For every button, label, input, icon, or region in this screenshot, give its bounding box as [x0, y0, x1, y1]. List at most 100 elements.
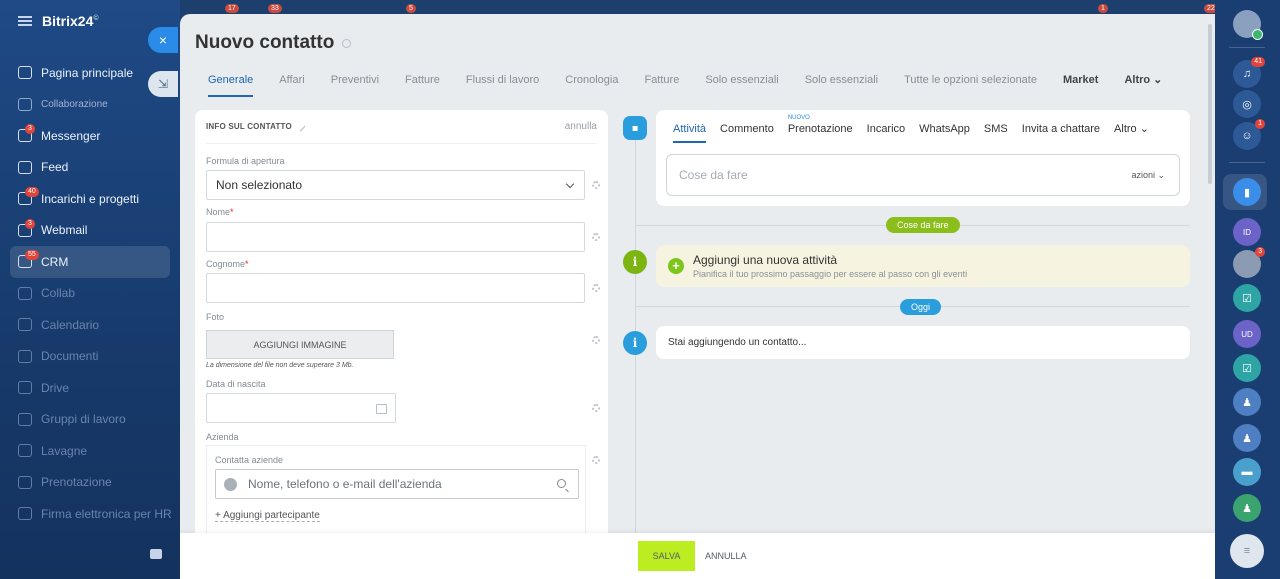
- notifications-icon[interactable]: ♫ 41: [1233, 57, 1265, 88]
- actions-dropdown[interactable]: azioni ⌄: [1131, 170, 1165, 181]
- group-icon[interactable]: ♟: [1233, 388, 1261, 416]
- plus-icon[interactable]: +: [668, 258, 684, 274]
- chat-group-icon[interactable]: ▬: [1233, 458, 1261, 486]
- sidebar-item-esign[interactable]: Firma elettronica per HR: [0, 498, 180, 530]
- avatar-id-icon[interactable]: ID: [1233, 218, 1261, 246]
- top-strip: 17 33 5 1 22: [180, 0, 1218, 14]
- cancel-link[interactable]: annulla: [565, 121, 597, 132]
- top-badge: 33: [268, 4, 282, 13]
- sidebar-item-drive[interactable]: Drive: [0, 372, 180, 404]
- webmail-badge: 3: [25, 218, 35, 229]
- sidebar-item-boards[interactable]: Lavagne: [0, 435, 180, 467]
- pencil-icon[interactable]: [295, 121, 306, 132]
- tab-general[interactable]: Generale: [195, 71, 266, 97]
- surname-field[interactable]: [206, 273, 585, 303]
- close-slider-button[interactable]: ×: [148, 27, 178, 53]
- top-badge: 1: [1098, 4, 1108, 13]
- today-pill: Oggi: [900, 299, 942, 315]
- sidebar-item-calendar[interactable]: Calendario: [0, 309, 180, 341]
- gear-icon[interactable]: [592, 336, 600, 344]
- cancel-button[interactable]: ANNULLA: [705, 541, 747, 571]
- printer-icon[interactable]: [150, 549, 162, 559]
- contact-slider: Nuovo contatto Generale Affari Preventiv…: [180, 14, 1215, 579]
- scrollbar[interactable]: [1208, 24, 1212, 184]
- salutation-select[interactable]: Non selezionato: [206, 170, 585, 200]
- copilot-icon[interactable]: ◎: [1233, 90, 1261, 118]
- tab-more[interactable]: Altro ⌄: [1111, 71, 1175, 95]
- name-field[interactable]: [206, 222, 585, 252]
- group-icon: [18, 412, 32, 426]
- sidebar-item-feed[interactable]: Feed: [0, 152, 180, 184]
- add-image-button[interactable]: AGGIUNGI IMMAGINE: [206, 330, 394, 359]
- form-footer: SALVA ANNULLA: [180, 533, 1215, 579]
- board-icon: [18, 444, 32, 458]
- sidebar-item-collab[interactable]: Collab: [0, 278, 180, 310]
- surname-label: Cognome*: [206, 259, 249, 269]
- signature-icon: [18, 507, 32, 521]
- todo-input[interactable]: Cose da fare azioni ⌄: [666, 154, 1180, 196]
- birthdate-field[interactable]: [206, 393, 396, 423]
- chat-icon[interactable]: ☺ 1: [1233, 119, 1265, 150]
- info-icon: i: [623, 250, 647, 274]
- save-button[interactable]: SALVA: [638, 541, 695, 571]
- task-icon[interactable]: ☑: [1233, 354, 1261, 382]
- company-sub-label: Contatta aziende: [215, 455, 284, 465]
- minimize-slider-button[interactable]: ⇲: [148, 71, 178, 97]
- tab-invite-chat[interactable]: Invita a chattare: [1015, 122, 1107, 137]
- add-activity-card[interactable]: + Aggiungi una nuova attività Pianifica …: [656, 245, 1190, 287]
- sidebar-item-workgroups[interactable]: Gruppi di lavoro: [0, 404, 180, 436]
- menu-icon[interactable]: [18, 16, 32, 26]
- gear-icon[interactable]: [592, 456, 600, 464]
- sidebar-item-tasks[interactable]: 40 Incarichi e progetti: [0, 183, 180, 215]
- tasks-badge: 40: [25, 187, 39, 197]
- drive-icon: [18, 381, 32, 395]
- avatar-ud-icon[interactable]: UD: [1233, 320, 1261, 348]
- user-avatar[interactable]: [1233, 10, 1263, 40]
- sidebar-item-crm[interactable]: 55 CRM: [10, 246, 170, 278]
- gear-icon[interactable]: [592, 404, 600, 412]
- tab-whatsapp[interactable]: WhatsApp: [912, 122, 977, 137]
- messenger-badge: 3: [25, 124, 35, 134]
- gear-icon[interactable]: [592, 233, 600, 241]
- tab-deals[interactable]: Affari: [266, 71, 317, 95]
- avatar[interactable]: 3: [1233, 247, 1265, 278]
- tab-activity[interactable]: Attività: [666, 122, 713, 143]
- tab-essentials[interactable]: Solo essenziali: [692, 71, 791, 95]
- group-icon[interactable]: ♟: [1233, 424, 1261, 452]
- home-icon: [18, 66, 32, 80]
- brand-logo[interactable]: Bitrix24©: [42, 13, 99, 29]
- feed-icon: [18, 160, 32, 174]
- calendar-icon[interactable]: [376, 404, 387, 414]
- tab-comment[interactable]: Commento: [713, 122, 781, 137]
- add-participant-link[interactable]: + Aggiungi partecipante: [215, 510, 320, 522]
- bookmark-icon[interactable]: ▮: [1233, 178, 1261, 206]
- tab-quotes[interactable]: Preventivi: [318, 71, 392, 95]
- image-size-hint: La dimensione del file non deve superare…: [206, 362, 354, 369]
- tab-workflows[interactable]: Flussi di lavoro: [453, 71, 552, 95]
- tab-essentials-2[interactable]: Solo essenziali: [792, 71, 891, 95]
- sidebar-item-webmail[interactable]: 3 Webmail: [0, 215, 180, 247]
- company-search-input[interactable]: Nome, telefono o e-mail dell'azienda: [215, 469, 579, 499]
- tab-more[interactable]: Altro ⌄: [1107, 122, 1156, 137]
- tab-market[interactable]: Market: [1050, 71, 1111, 95]
- search-icon[interactable]: [557, 479, 566, 488]
- task-icon[interactable]: ☑: [1233, 284, 1261, 312]
- tab-invoices-2[interactable]: Fatture: [631, 71, 692, 95]
- tab-task[interactable]: Incarico: [860, 122, 913, 137]
- tab-all-options[interactable]: Tutte le opzioni selezionate: [891, 71, 1050, 95]
- gear-icon[interactable]: [592, 181, 600, 189]
- tab-sms[interactable]: SMS: [977, 122, 1015, 137]
- activity-tabs: Attività Commento NUOVO Prenotazione Inca…: [666, 115, 1156, 143]
- menu-icon[interactable]: ≡: [1230, 534, 1264, 568]
- group-icon[interactable]: ♟: [1233, 494, 1261, 522]
- top-badge: 5: [406, 4, 416, 13]
- collab-icon: [18, 286, 32, 300]
- sidebar-item-documents[interactable]: Documenti: [0, 341, 180, 373]
- tab-history[interactable]: Cronologia: [552, 71, 631, 95]
- sidebar-item-messenger[interactable]: 3 Messenger: [0, 120, 180, 152]
- gear-icon[interactable]: [592, 284, 600, 292]
- tab-booking[interactable]: NUOVO Prenotazione: [781, 115, 860, 137]
- link-icon[interactable]: [342, 38, 352, 48]
- tab-invoices[interactable]: Fatture: [392, 71, 453, 95]
- sidebar-item-booking[interactable]: Prenotazione: [0, 467, 180, 499]
